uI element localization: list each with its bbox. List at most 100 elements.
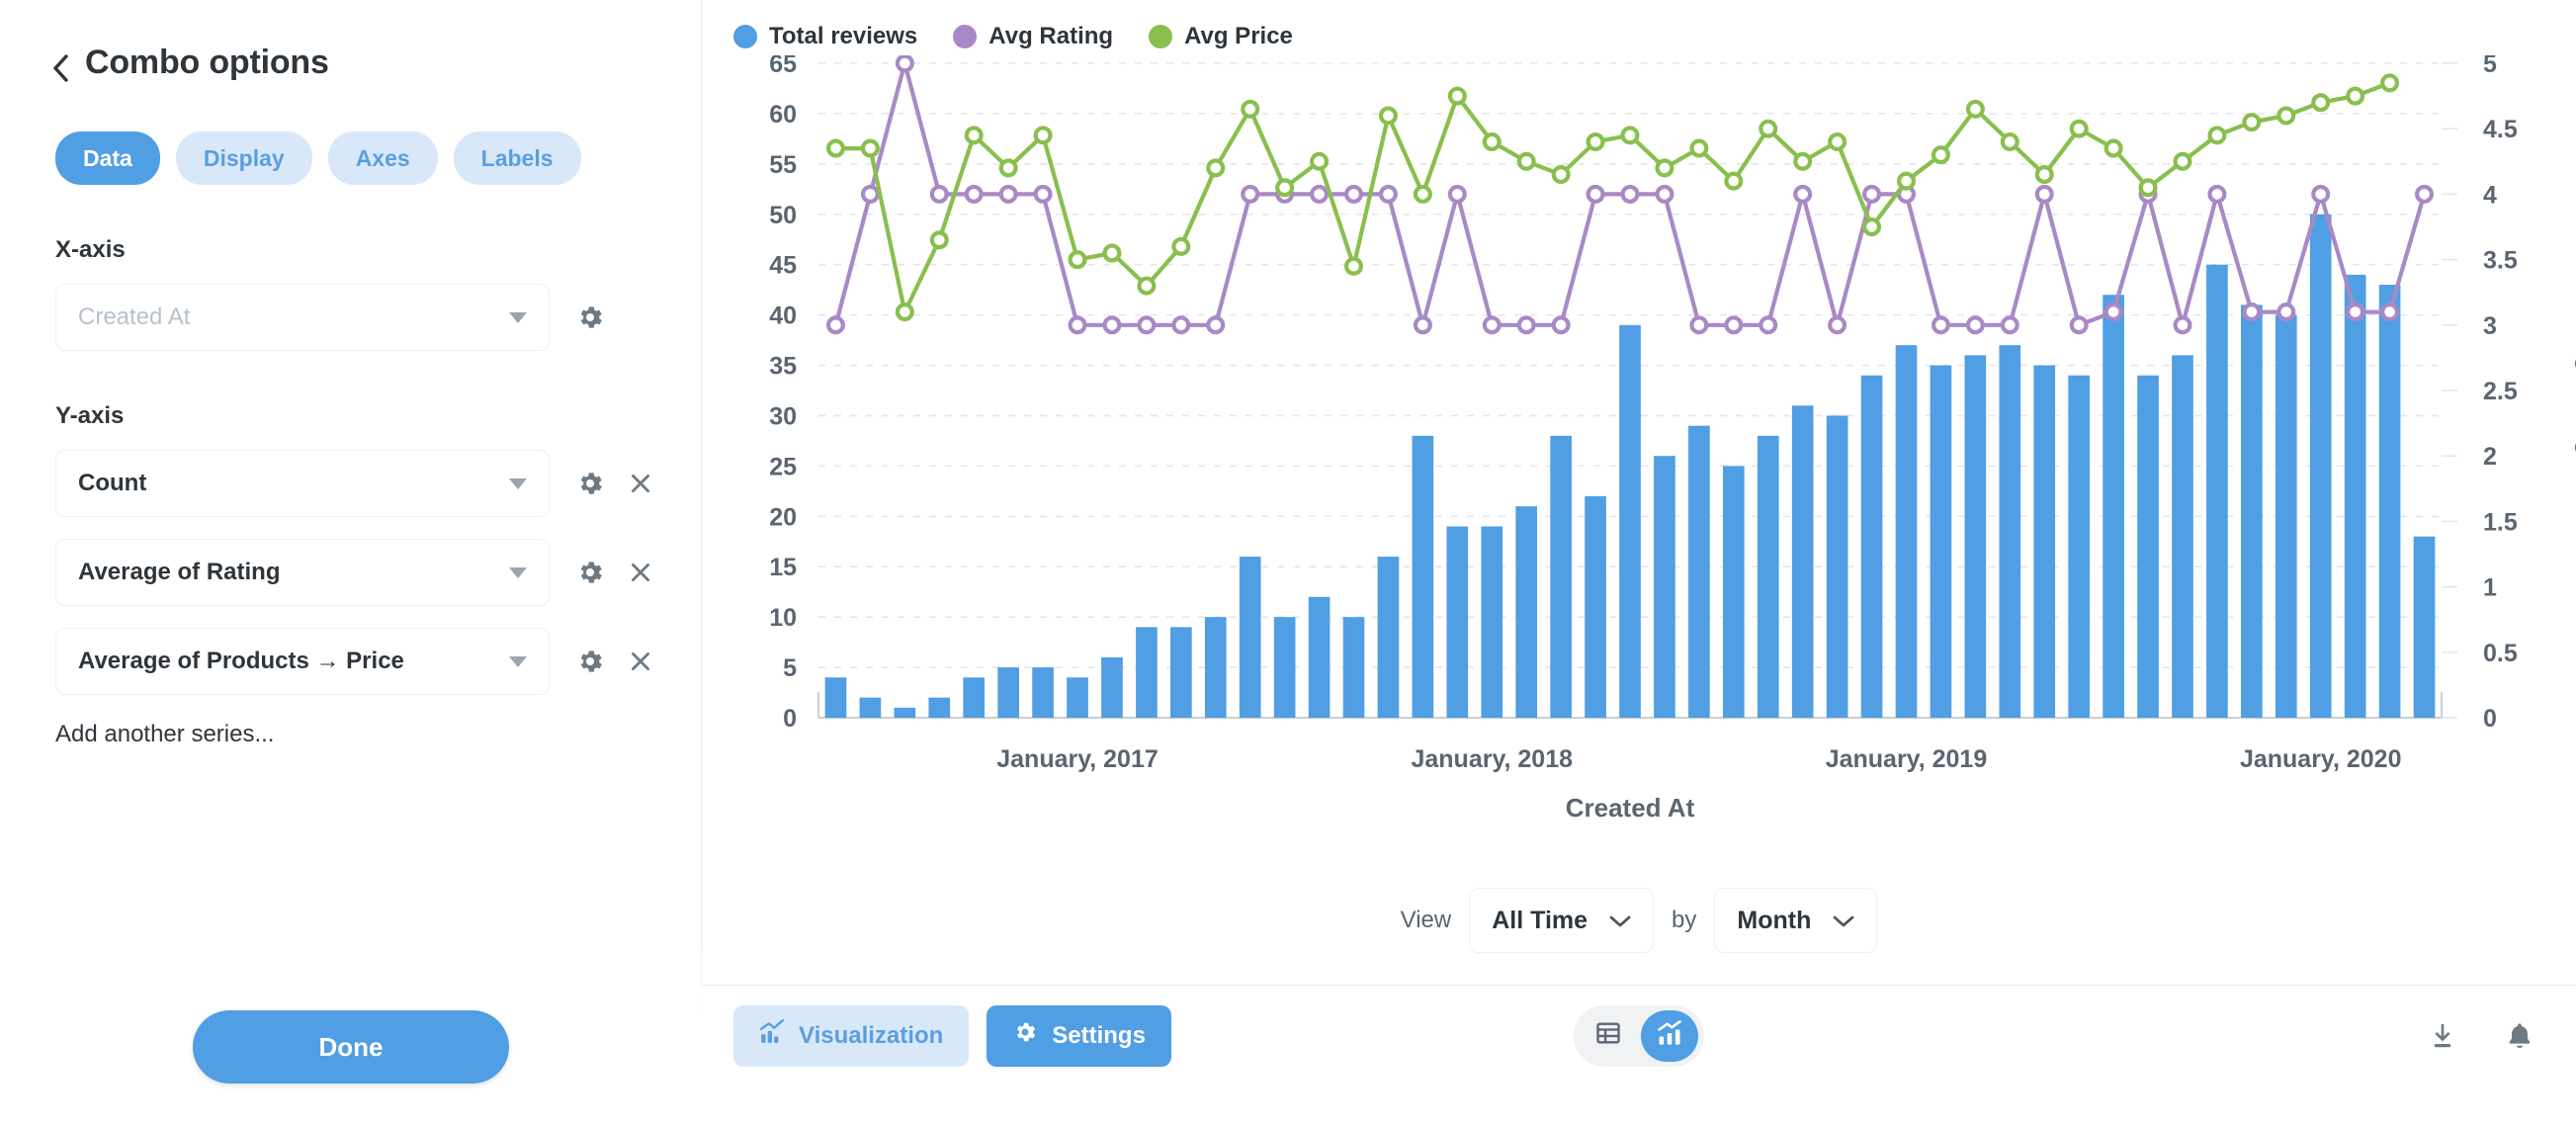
tab-axes[interactable]: Axes — [328, 131, 438, 185]
svg-text:10: 10 — [769, 604, 797, 632]
legend-label: Avg Rating — [988, 23, 1113, 50]
time-range-value: All Time — [1492, 907, 1588, 935]
x-axis-select[interactable]: Created At — [55, 284, 550, 351]
settings-button-label: Settings — [1052, 1022, 1146, 1050]
legend-label: Total reviews — [769, 23, 917, 50]
chevron-left-icon[interactable] — [49, 53, 71, 75]
svg-text:January, 2017: January, 2017 — [996, 745, 1159, 773]
svg-text:1: 1 — [2483, 574, 2497, 602]
view-label: View — [1401, 907, 1452, 934]
legend-dot-icon — [733, 25, 757, 48]
y-series-select-0[interactable]: Count — [55, 450, 550, 517]
svg-text:5: 5 — [783, 654, 797, 682]
combo-chart-editor: Combo options Data Display Axes Labels X… — [0, 0, 2576, 1129]
y-series-row: Average of Rating — [55, 539, 701, 606]
svg-text:50: 50 — [769, 202, 797, 229]
time-range-select[interactable]: All Time — [1469, 888, 1654, 953]
chevron-down-icon — [1609, 907, 1631, 935]
page-title: Combo options — [85, 43, 329, 82]
gear-icon — [1012, 1019, 1038, 1052]
svg-text:30: 30 — [769, 402, 797, 430]
y-series-value-0: Count — [78, 470, 146, 497]
visualization-panel: Total reviews Avg Rating Avg Price 05101… — [702, 0, 2576, 1129]
svg-text:15: 15 — [769, 554, 797, 581]
bottom-toolbar: Visualization Settings — [702, 985, 2576, 1086]
y-series-remove-icon-0[interactable] — [627, 470, 654, 497]
tab-labels[interactable]: Labels — [454, 131, 581, 185]
sidebar-header: Combo options — [0, 0, 701, 82]
y-series-gear-icon-2[interactable] — [575, 647, 605, 676]
tab-display[interactable]: Display — [176, 131, 312, 185]
svg-text:4: 4 — [2483, 181, 2497, 209]
svg-text:20: 20 — [769, 503, 797, 531]
chart-view-toggle[interactable] — [1641, 1010, 1698, 1062]
svg-text:35: 35 — [769, 353, 797, 381]
by-label: by — [1672, 907, 1696, 934]
time-unit-select[interactable]: Month — [1714, 888, 1877, 953]
svg-text:3: 3 — [2483, 312, 2497, 340]
legend-dot-icon — [1149, 25, 1172, 48]
y-series-select-1[interactable]: Average of Rating — [55, 539, 550, 606]
svg-text:5: 5 — [2483, 55, 2497, 78]
x-axis-gear-icon[interactable] — [575, 303, 605, 332]
svg-text:55: 55 — [769, 151, 797, 179]
y-series-select-2[interactable]: Average of Products → Price — [55, 628, 550, 695]
svg-text:January, 2019: January, 2019 — [1826, 745, 1988, 773]
svg-text:January, 2018: January, 2018 — [1411, 745, 1573, 773]
settings-button[interactable]: Settings — [987, 1005, 1171, 1067]
chart-bar-icon — [1656, 1019, 1683, 1052]
footer-actions — [2426, 1019, 2536, 1053]
bell-icon[interactable] — [2503, 1019, 2536, 1053]
legend-item-total-reviews[interactable]: Total reviews — [733, 23, 917, 50]
x-axis-value: Created At — [78, 304, 190, 331]
svg-text:45: 45 — [769, 252, 797, 280]
svg-text:Created At: Created At — [1566, 793, 1695, 823]
chart-plot[interactable]: 0510152025303540455055606500.511.522.533… — [702, 55, 2576, 856]
legend-dot-icon — [953, 25, 977, 48]
axis-fields: X-axis Created At Y-axis Count — [0, 236, 701, 748]
svg-text:3.5: 3.5 — [2483, 247, 2518, 275]
view-type-toggle — [1574, 1005, 1704, 1067]
svg-text:65: 65 — [769, 55, 797, 78]
svg-text:25: 25 — [769, 453, 797, 480]
tab-data[interactable]: Data — [55, 131, 160, 185]
add-another-series-link[interactable]: Add another series... — [55, 721, 701, 748]
table-view-toggle[interactable] — [1580, 1010, 1637, 1062]
y-series-row: Average of Products → Price — [55, 628, 701, 695]
visualization-button[interactable]: Visualization — [733, 1005, 969, 1067]
y-series-gear-icon-0[interactable] — [575, 469, 605, 498]
x-axis-label: X-axis — [55, 236, 701, 264]
legend-label: Avg Price — [1184, 23, 1293, 50]
settings-tabs: Data Display Axes Labels — [0, 82, 701, 185]
y-series-value-1: Average of Rating — [78, 559, 280, 586]
table-icon — [1594, 1019, 1622, 1052]
legend-item-avg-price[interactable]: Avg Price — [1149, 23, 1293, 50]
chevron-down-icon — [509, 567, 527, 578]
chart-legend: Total reviews Avg Rating Avg Price — [702, 0, 2576, 55]
svg-text:1.5: 1.5 — [2483, 508, 2518, 536]
view-controls: View All Time by Month — [702, 856, 2576, 985]
chevron-down-icon — [1833, 907, 1854, 935]
legend-item-avg-rating[interactable]: Avg Rating — [953, 23, 1113, 50]
settings-sidebar: Combo options Data Display Axes Labels X… — [0, 0, 702, 1129]
download-icon[interactable] — [2426, 1019, 2459, 1053]
combo-chart-svg: 0510152025303540455055606500.511.522.533… — [702, 55, 2576, 856]
svg-text:0: 0 — [783, 705, 797, 733]
svg-text:40: 40 — [769, 303, 797, 330]
y-axis-label: Y-axis — [55, 402, 701, 430]
y-series-remove-icon-2[interactable] — [627, 648, 654, 675]
y-series-gear-icon-1[interactable] — [575, 558, 605, 587]
svg-text:0: 0 — [2483, 705, 2497, 733]
chevron-down-icon — [509, 478, 527, 489]
svg-text:2: 2 — [2483, 443, 2497, 471]
y-series-row: Count — [55, 450, 701, 517]
y-series-value-2: Average of Products → Price — [78, 648, 404, 675]
done-button-container: Done — [0, 941, 702, 1129]
done-button[interactable]: Done — [193, 1010, 509, 1084]
svg-text:60: 60 — [769, 101, 797, 129]
chevron-down-icon — [509, 312, 527, 323]
svg-text:0.5: 0.5 — [2483, 640, 2518, 667]
y-series-remove-icon-1[interactable] — [627, 559, 654, 586]
time-unit-value: Month — [1737, 907, 1811, 935]
chevron-down-icon — [509, 656, 527, 667]
